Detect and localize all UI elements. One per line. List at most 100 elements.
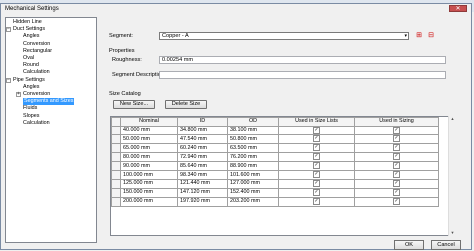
od-cell[interactable]: 101.600 mm [227, 170, 279, 181]
table-row[interactable]: 150.000 mm 147.120 mm 152.400 mm ✓ ✓ [111, 187, 439, 198]
used-in-size-lists-cell[interactable]: ✓ [278, 125, 355, 136]
nominal-cell[interactable]: 50.000 mm [120, 134, 178, 145]
nominal-cell[interactable]: 200.000 mm [120, 196, 178, 207]
id-cell[interactable]: 72.940 mm [177, 152, 228, 163]
used-in-size-lists-checkbox[interactable]: ✓ [313, 162, 320, 170]
used-in-sizing-cell[interactable]: ✓ [354, 161, 439, 172]
tree-item[interactable]: Calculation [23, 69, 50, 76]
delete-segment-icon[interactable]: ⊟ [427, 32, 435, 40]
tree-item[interactable]: Angles [23, 84, 39, 91]
od-cell[interactable]: 88.900 mm [227, 161, 279, 172]
used-in-sizing-checkbox[interactable]: ✓ [393, 126, 400, 134]
nominal-cell[interactable]: 65.000 mm [120, 143, 178, 154]
used-in-size-lists-checkbox[interactable]: ✓ [313, 180, 320, 188]
od-cell[interactable]: 127.000 mm [227, 179, 279, 189]
used-in-size-lists-cell[interactable]: ✓ [278, 179, 355, 189]
table-row[interactable]: 90.000 mm 85.640 mm 88.900 mm ✓ ✓ [111, 161, 439, 172]
nominal-cell[interactable]: 80.000 mm [120, 152, 178, 163]
nominal-cell[interactable]: 90.000 mm [120, 161, 178, 172]
od-cell[interactable]: 76.200 mm [227, 152, 279, 163]
id-cell[interactable]: 60.240 mm [177, 143, 228, 154]
used-in-sizing-checkbox[interactable]: ✓ [393, 197, 400, 205]
used-in-size-lists-checkbox[interactable]: ✓ [313, 153, 320, 161]
tree-item[interactable]: Pipe Settings [13, 77, 45, 84]
id-cell[interactable]: 85.640 mm [177, 161, 228, 172]
used-in-size-lists-cell[interactable]: ✓ [278, 170, 355, 181]
od-cell[interactable]: 152.400 mm [227, 187, 279, 198]
table-row[interactable]: 80.000 mm 72.940 mm 76.200 mm ✓ ✓ [111, 152, 439, 163]
id-cell[interactable]: 121.440 mm [177, 179, 228, 189]
used-in-size-lists-cell[interactable]: ✓ [278, 196, 355, 207]
used-in-sizing-cell[interactable]: ✓ [354, 134, 439, 145]
used-in-sizing-checkbox[interactable]: ✓ [393, 180, 400, 188]
used-in-sizing-cell[interactable]: ✓ [354, 179, 439, 189]
od-cell[interactable]: 203.200 mm [227, 196, 279, 207]
tree-item[interactable]: Conversion [23, 91, 50, 98]
used-in-size-lists-checkbox[interactable]: ✓ [313, 135, 320, 143]
column-header-od[interactable]: OD [227, 117, 279, 127]
id-cell[interactable]: 34.800 mm [177, 125, 228, 136]
tree-item[interactable]: Round [23, 62, 39, 69]
column-header-used-in-sizing[interactable]: Used in Sizing [354, 117, 439, 127]
ok-button[interactable]: OK [394, 240, 424, 250]
used-in-sizing-checkbox[interactable]: ✓ [393, 162, 400, 170]
id-cell[interactable]: 98.340 mm [177, 170, 228, 181]
close-button[interactable]: ✕ [449, 5, 467, 12]
scroll-up-arrow-icon[interactable]: ▲ [449, 116, 456, 122]
tree-item[interactable]: Duct Settings [13, 26, 45, 33]
used-in-sizing-checkbox[interactable]: ✓ [393, 135, 400, 143]
table-row[interactable]: 100.000 mm 98.340 mm 101.600 mm ✓ ✓ [111, 170, 439, 181]
used-in-sizing-checkbox[interactable]: ✓ [393, 144, 400, 152]
delete-size-button[interactable]: Delete Size [165, 100, 207, 109]
roughness-field[interactable]: 0.00254 mm [159, 56, 446, 64]
grid-vertical-scrollbar[interactable]: ▲ ▼ [448, 116, 456, 236]
tree-item[interactable]: Slopes [23, 113, 39, 120]
nominal-cell[interactable]: 40.000 mm [120, 125, 178, 136]
id-cell[interactable]: 197.920 mm [177, 196, 228, 207]
scroll-down-arrow-icon[interactable]: ▼ [449, 230, 456, 236]
tree-item[interactable]: Angles [23, 33, 39, 40]
used-in-sizing-cell[interactable]: ✓ [354, 143, 439, 154]
tree-item[interactable]: Segments and Sizes [23, 98, 75, 106]
used-in-sizing-cell[interactable]: ✓ [354, 196, 439, 207]
tree-item[interactable]: Rectangular [23, 48, 52, 55]
collapse-icon[interactable]: − [6, 77, 11, 83]
table-row[interactable]: 50.000 mm 47.540 mm 50.800 mm ✓ ✓ [111, 134, 439, 145]
column-header-used-in-size-lists[interactable]: Used in Size Lists [278, 117, 355, 127]
used-in-sizing-cell[interactable]: ✓ [354, 187, 439, 198]
used-in-size-lists-cell[interactable]: ✓ [278, 143, 355, 154]
nominal-cell[interactable]: 125.000 mm [120, 179, 178, 189]
used-in-size-lists-cell[interactable]: ✓ [278, 152, 355, 163]
used-in-size-lists-checkbox[interactable]: ✓ [313, 197, 320, 205]
tree-item[interactable]: Calculation [23, 120, 50, 127]
od-cell[interactable]: 50.800 mm [227, 134, 279, 145]
tree-item[interactable]: Oval [23, 55, 34, 62]
used-in-sizing-cell[interactable]: ✓ [354, 125, 439, 136]
used-in-sizing-checkbox[interactable]: ✓ [393, 153, 400, 161]
used-in-sizing-cell[interactable]: ✓ [354, 152, 439, 163]
od-cell[interactable]: 38.100 mm [227, 125, 279, 136]
tree-item[interactable]: Fluids [23, 105, 37, 112]
used-in-size-lists-cell[interactable]: ✓ [278, 187, 355, 198]
used-in-size-lists-checkbox[interactable]: ✓ [313, 188, 320, 196]
od-cell[interactable]: 63.500 mm [227, 143, 279, 154]
tree-item[interactable]: Hidden Line [13, 19, 42, 26]
segment-description-field[interactable] [159, 71, 446, 79]
settings-tree[interactable]: Hidden Line − Duct Settings Angles Conversio… [5, 17, 97, 243]
new-size-button[interactable]: New Size... [113, 100, 155, 109]
cancel-button[interactable]: Cancel [431, 240, 461, 250]
table-row[interactable]: 200.000 mm 197.920 mm 203.200 mm ✓ ✓ [111, 196, 439, 207]
column-header-id[interactable]: ID [177, 117, 228, 127]
expand-icon[interactable]: + [16, 92, 21, 97]
table-row[interactable]: 125.000 mm 121.440 mm 127.000 mm ✓ ✓ [111, 179, 439, 189]
used-in-size-lists-checkbox[interactable]: ✓ [313, 144, 320, 152]
segment-dropdown[interactable]: Copper - A ▾ [159, 32, 409, 40]
add-segment-icon[interactable]: ⊞ [415, 32, 423, 40]
collapse-icon[interactable]: − [6, 27, 11, 33]
used-in-size-lists-checkbox[interactable]: ✓ [313, 171, 320, 179]
nominal-cell[interactable]: 100.000 mm [120, 170, 178, 181]
used-in-sizing-checkbox[interactable]: ✓ [393, 188, 400, 196]
used-in-sizing-cell[interactable]: ✓ [354, 170, 439, 181]
id-cell[interactable]: 147.120 mm [177, 187, 228, 198]
nominal-cell[interactable]: 150.000 mm [120, 187, 178, 198]
